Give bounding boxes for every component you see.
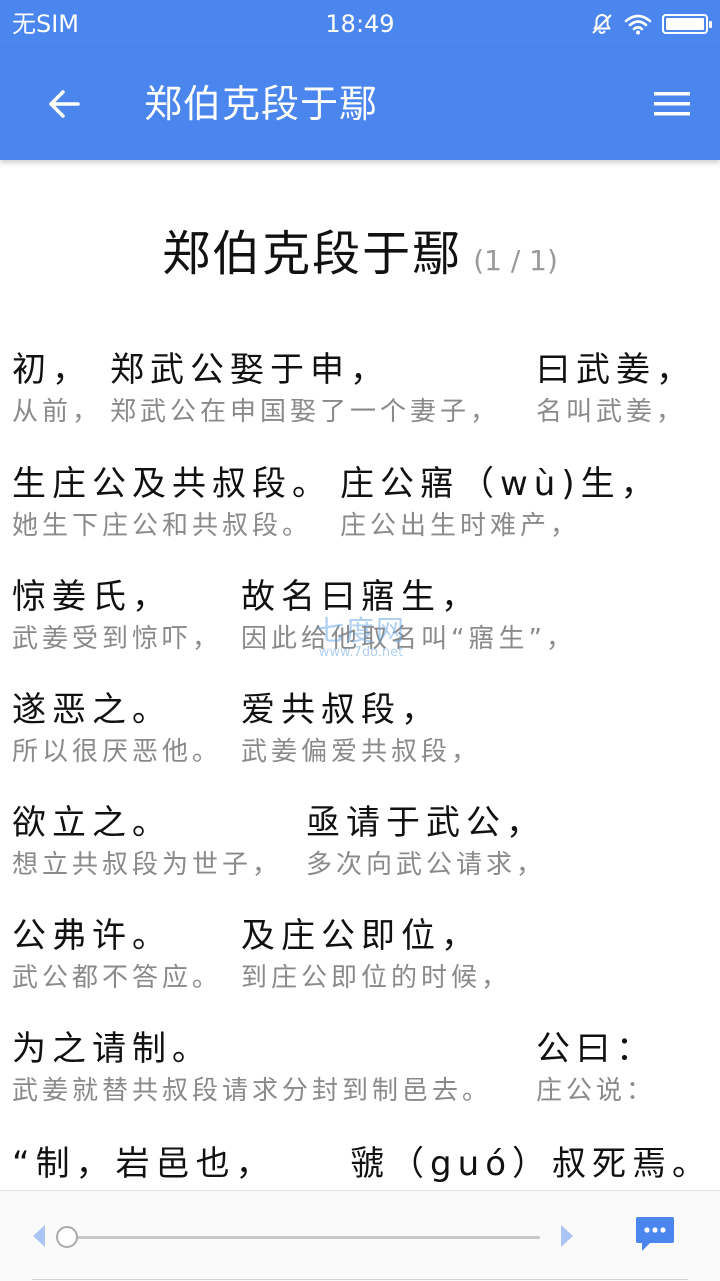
translation-segment: 庄公出生时难产， [340,511,581,541]
translation-segment: 武姜就替共叔段请求分封到制邑去。 [12,1076,493,1106]
page-indicator: (1 / 1) [473,244,558,277]
verse-original: 惊姜氏， 故名曰寤生， [12,577,712,617]
verse-translation: 武公都不答应。 到庄公即位的时候， [12,962,712,994]
original-segment: 公曰： [536,1029,656,1069]
verse-original: 公弗许。 及庄公即位， [12,916,712,956]
translation-segment: 到庄公即位的时候， [241,963,512,993]
original-segment: 惊姜氏， [12,577,172,617]
translation-segment: 多次向武公请求， [306,850,547,880]
wifi-icon [624,14,652,35]
app-title: 郑伯克段于鄢 [144,82,379,126]
translation-segment: 名叫武姜， [536,397,687,427]
original-segment: “制，岩邑也， [12,1144,276,1184]
original-segment: 爱共叔段， [241,690,441,730]
verse-translation: 武姜就替共叔段请求分封到制邑去。 庄公说： [12,1075,712,1107]
verse-translation: 她生下庄公和共叔段。 庄公出生时难产， [12,510,712,542]
verse: 生庄公及共叔段。 庄公寤（wù)生， 她生下庄公和共叔段。 庄公出生时难产， [12,464,712,542]
original-segment: 公弗许。 [12,916,172,956]
verse-original: “制，岩邑也， 虢（guó）叔死焉。 [12,1144,712,1184]
arrow-left-icon [49,90,80,118]
original-segment: 遂恶之。 [12,690,172,730]
verse-original: 遂恶之。 爱共叔段， [12,690,712,730]
original-segment: 亟请于武公， [306,803,546,843]
translation-segment: 从前， [12,397,103,427]
original-segment: 及庄公即位， [241,916,481,956]
article-title: 郑伯克段于鄢 [162,226,463,282]
original-segment: 庄公寤（wù)生， [340,464,661,504]
battery-icon [662,14,712,34]
translation-segment: 想立共叔段为世子， [12,850,283,880]
verse: 为之请制。 公曰： 武姜就替共叔段请求分封到制邑去。 庄公说： [12,1029,712,1107]
comment-button[interactable] [634,1215,676,1255]
verse-original: 初， 郑武公娶于申， 曰武姜， [12,350,712,390]
verse-translation: 从前， 郑武公在申国娶了一个妻子， 名叫武姜， [12,396,712,428]
verse: 遂恶之。 爱共叔段， 所以很厌恶他。 武姜偏爱共叔段， [12,690,712,768]
original-segment: 郑武公娶于申， [110,350,390,390]
app-bar: 郑伯克段于鄢 [0,48,720,160]
verse: 初， 郑武公娶于申， 曰武姜， 从前， 郑武公在申国娶了一个妻子， 名叫武姜， [12,350,712,428]
verse-original: 欲立之。 亟请于武公， [12,803,712,843]
back-button[interactable] [38,78,90,130]
translation-segment: 武姜偏爱共叔段， [241,737,482,767]
progress-slider-thumb[interactable] [56,1226,78,1248]
verse-original: 为之请制。 公曰： [12,1029,712,1069]
original-segment: 故名曰寤生， [241,577,481,617]
translation-segment: 庄公说： [536,1076,657,1106]
verse-translation: 想立共叔段为世子， 多次向武公请求， [12,849,712,881]
translation-segment: 武公都不答应。 [12,963,223,993]
verse: “制，岩邑也， 虢（guó）叔死焉。 [12,1144,712,1184]
original-segment: 为之请制。 [12,1029,212,1069]
bottom-bar [0,1190,720,1281]
translation-segment: 她生下庄公和共叔段。 [12,511,313,541]
original-segment: 初， [12,350,92,390]
verse: 惊姜氏， 故名曰寤生， 武姜受到惊吓， 因此给他取名叫“寤生”， [12,577,712,655]
verse-translation: 武姜受到惊吓， 因此给他取名叫“寤生”， [12,623,712,655]
original-segment: 虢（guó）叔死焉。 [350,1144,712,1184]
progress-slider-track[interactable] [68,1236,540,1239]
verse: 欲立之。 亟请于武公， 想立共叔段为世子， 多次向武公请求， [12,803,712,881]
translation-segment: 因此给他取名叫“寤生”， [241,624,576,654]
comment-bubble-icon [636,1217,674,1251]
status-icons [590,10,712,38]
verse-original: 生庄公及共叔段。 庄公寤（wù)生， [12,464,712,504]
original-segment: 曰武姜， [536,350,696,390]
original-segment: 欲立之。 [12,803,172,843]
article-content[interactable]: 郑伯克段于鄢 (1 / 1) 初， 郑武公娶于申， 曰武姜， 从前， 郑武公在申… [0,160,720,1190]
article-title-row: 郑伯克段于鄢 (1 / 1) [0,214,720,284]
battery-fill [666,18,704,30]
bell-muted-icon [592,14,612,34]
status-bar: 无SIM 18:49 [0,0,720,48]
triangle-left-icon [33,1225,45,1247]
translation-segment: 郑武公在申国娶了一个妻子， [110,397,501,427]
verse-translation: 所以很厌恶他。 武姜偏爱共叔段， [12,736,712,768]
previous-button[interactable] [28,1223,50,1249]
menu-button[interactable] [646,78,698,130]
verse: 公弗许。 及庄公即位， 武公都不答应。 到庄公即位的时候， [12,916,712,994]
next-button[interactable] [556,1223,578,1249]
hamburger-menu-icon [654,92,690,116]
original-segment: 生庄公及共叔段。 [12,464,332,504]
translation-segment: 所以很厌恶他。 [12,737,223,767]
translation-segment: 武姜受到惊吓， [12,624,223,654]
triangle-right-icon [561,1225,573,1247]
